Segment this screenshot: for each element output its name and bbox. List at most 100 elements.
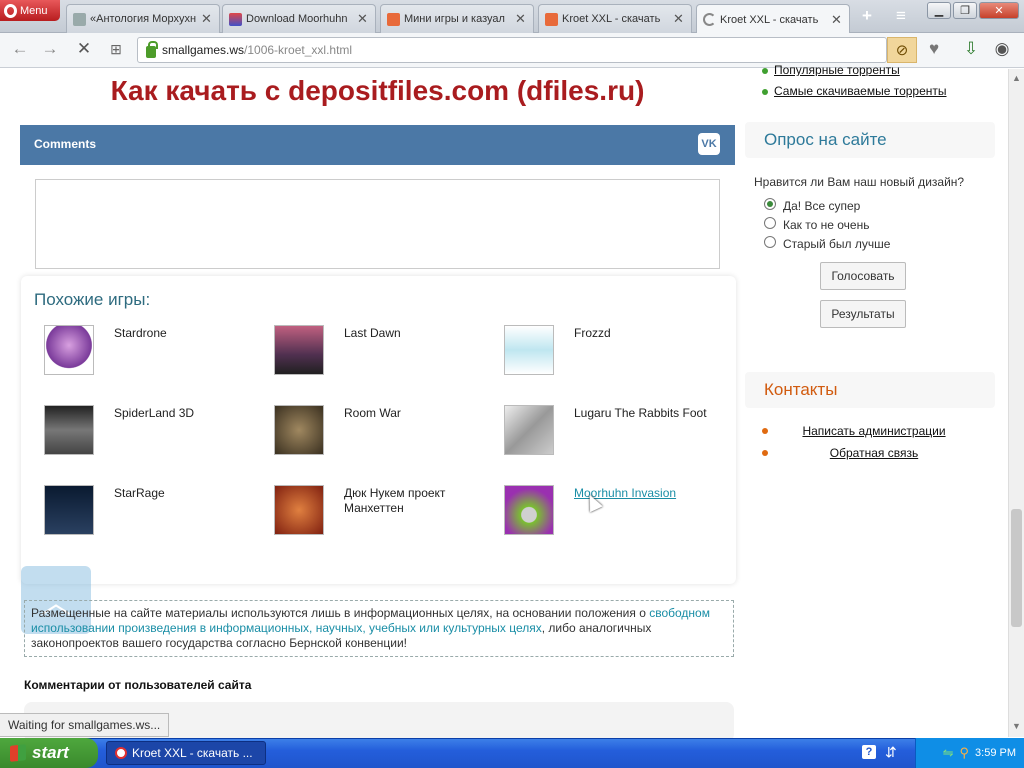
game-thumbnail[interactable] xyxy=(44,405,94,455)
forward-icon[interactable]: → xyxy=(38,38,62,60)
game-thumbnail[interactable] xyxy=(274,405,324,455)
contacts-title: Контакты xyxy=(764,380,838,399)
game-thumbnail[interactable] xyxy=(274,485,324,535)
start-button[interactable]: start xyxy=(0,738,98,768)
comment-textarea[interactable] xyxy=(35,179,720,269)
download-howto-heading[interactable]: Как качать с depositfiles.com (dfiles.ru… xyxy=(20,75,735,107)
bullet-icon xyxy=(762,89,768,95)
game-thumbnail[interactable] xyxy=(504,405,554,455)
bullet-icon xyxy=(762,450,768,456)
game-title[interactable]: Room War xyxy=(344,406,484,421)
poll-option-label[interactable]: Как то не очень xyxy=(783,218,869,232)
taskbar-item-opera[interactable]: Kroet XXL - скачать ... xyxy=(106,741,266,765)
secure-lock-icon xyxy=(146,40,158,58)
site-favicon-icon xyxy=(387,12,400,26)
help-icon[interactable]: ? xyxy=(862,745,876,759)
similar-games-title: Похожие игры: xyxy=(34,290,151,309)
system-tray: ⇋ ⚲ 3:59 PM xyxy=(915,738,1024,768)
search-icon[interactable]: ⚲ xyxy=(960,745,970,761)
tab-title: Kroet XXL - скачать xyxy=(720,13,819,26)
poll-option-label[interactable]: Да! Все супер xyxy=(783,199,860,213)
volume-icon[interactable]: ⇵ xyxy=(885,744,897,761)
scroll-down-icon[interactable]: ▼ xyxy=(1012,721,1021,731)
tab-kroet-xxl-active[interactable]: Kroet XXL - скачать ✕ xyxy=(696,4,850,34)
close-window-icon[interactable]: ✕ xyxy=(979,2,1019,19)
tab-menu-icon[interactable]: ≡ xyxy=(888,6,914,26)
network-icon[interactable]: ⇋ xyxy=(943,745,954,761)
account-icon[interactable]: ◉ xyxy=(990,38,1014,60)
poll-radio-1[interactable] xyxy=(764,198,776,210)
close-icon[interactable]: ✕ xyxy=(201,11,213,27)
vote-button[interactable]: Голосовать xyxy=(820,262,906,290)
game-thumbnail[interactable] xyxy=(504,325,554,375)
write-admin-link[interactable]: Написать администрации xyxy=(780,424,968,438)
close-icon[interactable]: ✕ xyxy=(831,12,843,28)
back-icon[interactable]: ← xyxy=(8,38,32,60)
vk-login-icon[interactable]: VK xyxy=(698,133,720,155)
site-favicon-icon xyxy=(545,12,558,26)
opera-logo-icon xyxy=(115,747,127,759)
poll-radio-2[interactable] xyxy=(764,217,776,229)
tab-mini-games[interactable]: Мини игры и казуал ✕ xyxy=(380,4,534,33)
new-tab-icon[interactable]: + xyxy=(854,6,880,26)
close-icon[interactable]: ✕ xyxy=(357,11,369,27)
taskbar-item-label: Kroet XXL - скачать ... xyxy=(132,746,253,760)
url-host: smallgames.ws xyxy=(162,43,245,57)
url-path: /1006-kroet_xxl.html xyxy=(244,43,353,57)
bullet-icon xyxy=(762,428,768,434)
legal-disclaimer: Размещенные на сайте материалы использую… xyxy=(24,600,734,657)
opera-logo-icon xyxy=(4,3,17,18)
speed-dial-icon[interactable]: ⊞ xyxy=(104,38,128,60)
disclaimer-text: Размещенные на сайте материалы использую… xyxy=(31,606,650,620)
opera-menu-button[interactable]: Menu xyxy=(0,0,60,21)
poll-option-label[interactable]: Старый был лучше xyxy=(783,237,890,251)
tab-download-moorhuhn[interactable]: Download Moorhuhn ✕ xyxy=(222,4,376,33)
tab-title: Download Moorhuhn xyxy=(246,13,348,25)
tab-title: Мини игры и казуал xyxy=(404,13,505,25)
tab-antology[interactable]: «Антология Морхухн ✕ xyxy=(66,4,220,33)
user-comments-title: Комментарии от пользователей сайта xyxy=(24,678,252,692)
bullet-icon xyxy=(762,68,768,74)
status-bar: Waiting for smallgames.ws... xyxy=(0,713,170,737)
stop-icon[interactable]: ✕ xyxy=(72,38,96,60)
game-title[interactable]: StarRage xyxy=(114,486,254,501)
game-thumbnail[interactable] xyxy=(274,325,324,375)
adblock-icon[interactable]: ⊘ xyxy=(887,37,917,63)
download-icon[interactable]: ⇩ xyxy=(959,38,983,60)
game-thumbnail[interactable] xyxy=(504,485,554,535)
tab-kroet-xxl-1[interactable]: Kroet XXL - скачать ✕ xyxy=(538,4,692,33)
game-title[interactable]: Stardrone xyxy=(114,326,254,341)
page-scrollbar[interactable]: ▲ ▼ xyxy=(1008,69,1024,737)
game-title[interactable]: Frozzd xyxy=(574,326,714,341)
clock[interactable]: 3:59 PM xyxy=(975,747,1016,759)
game-title[interactable]: Last Dawn xyxy=(344,326,484,341)
site-favicon-icon xyxy=(229,12,242,26)
loading-spinner-icon xyxy=(703,13,716,26)
scroll-up-icon[interactable]: ▲ xyxy=(1012,73,1021,83)
close-icon[interactable]: ✕ xyxy=(515,11,527,27)
poll-question: Нравится ли Вам наш новый дизайн? xyxy=(754,175,965,189)
popular-torrents-link[interactable]: Популярные торренты xyxy=(774,63,900,76)
similar-games-panel xyxy=(21,276,736,584)
feedback-link[interactable]: Обратная связь xyxy=(780,446,968,460)
maximize-icon[interactable]: ❐ xyxy=(953,2,977,19)
game-title[interactable]: Lugaru The Rabbits Foot xyxy=(574,406,714,421)
results-button[interactable]: Результаты xyxy=(820,300,906,328)
game-title[interactable]: SpiderLand 3D xyxy=(114,406,254,421)
game-thumbnail[interactable] xyxy=(44,485,94,535)
game-title[interactable]: Дюк Нукем проект Манхеттен xyxy=(344,486,484,516)
page-icon xyxy=(73,12,86,26)
game-thumbnail[interactable] xyxy=(44,325,94,375)
scrollbar-thumb[interactable] xyxy=(1011,509,1022,627)
minimize-icon[interactable]: ▁ xyxy=(927,2,951,19)
poll-radio-3[interactable] xyxy=(764,236,776,248)
bookmark-heart-icon[interactable]: ♥ xyxy=(922,38,946,60)
address-bar[interactable]: smallgames.ws /1006-kroet_xxl.html xyxy=(137,37,887,63)
comments-header: Comments xyxy=(20,125,735,165)
start-label: start xyxy=(32,743,69,762)
tab-title: Kroet XXL - скачать xyxy=(562,13,661,25)
most-downloaded-torrents-link[interactable]: Самые скачиваемые торренты xyxy=(774,84,947,98)
tab-title: «Антология Морхухн xyxy=(90,13,197,25)
close-icon[interactable]: ✕ xyxy=(673,11,685,27)
poll-title: Опрос на сайте xyxy=(764,130,887,149)
